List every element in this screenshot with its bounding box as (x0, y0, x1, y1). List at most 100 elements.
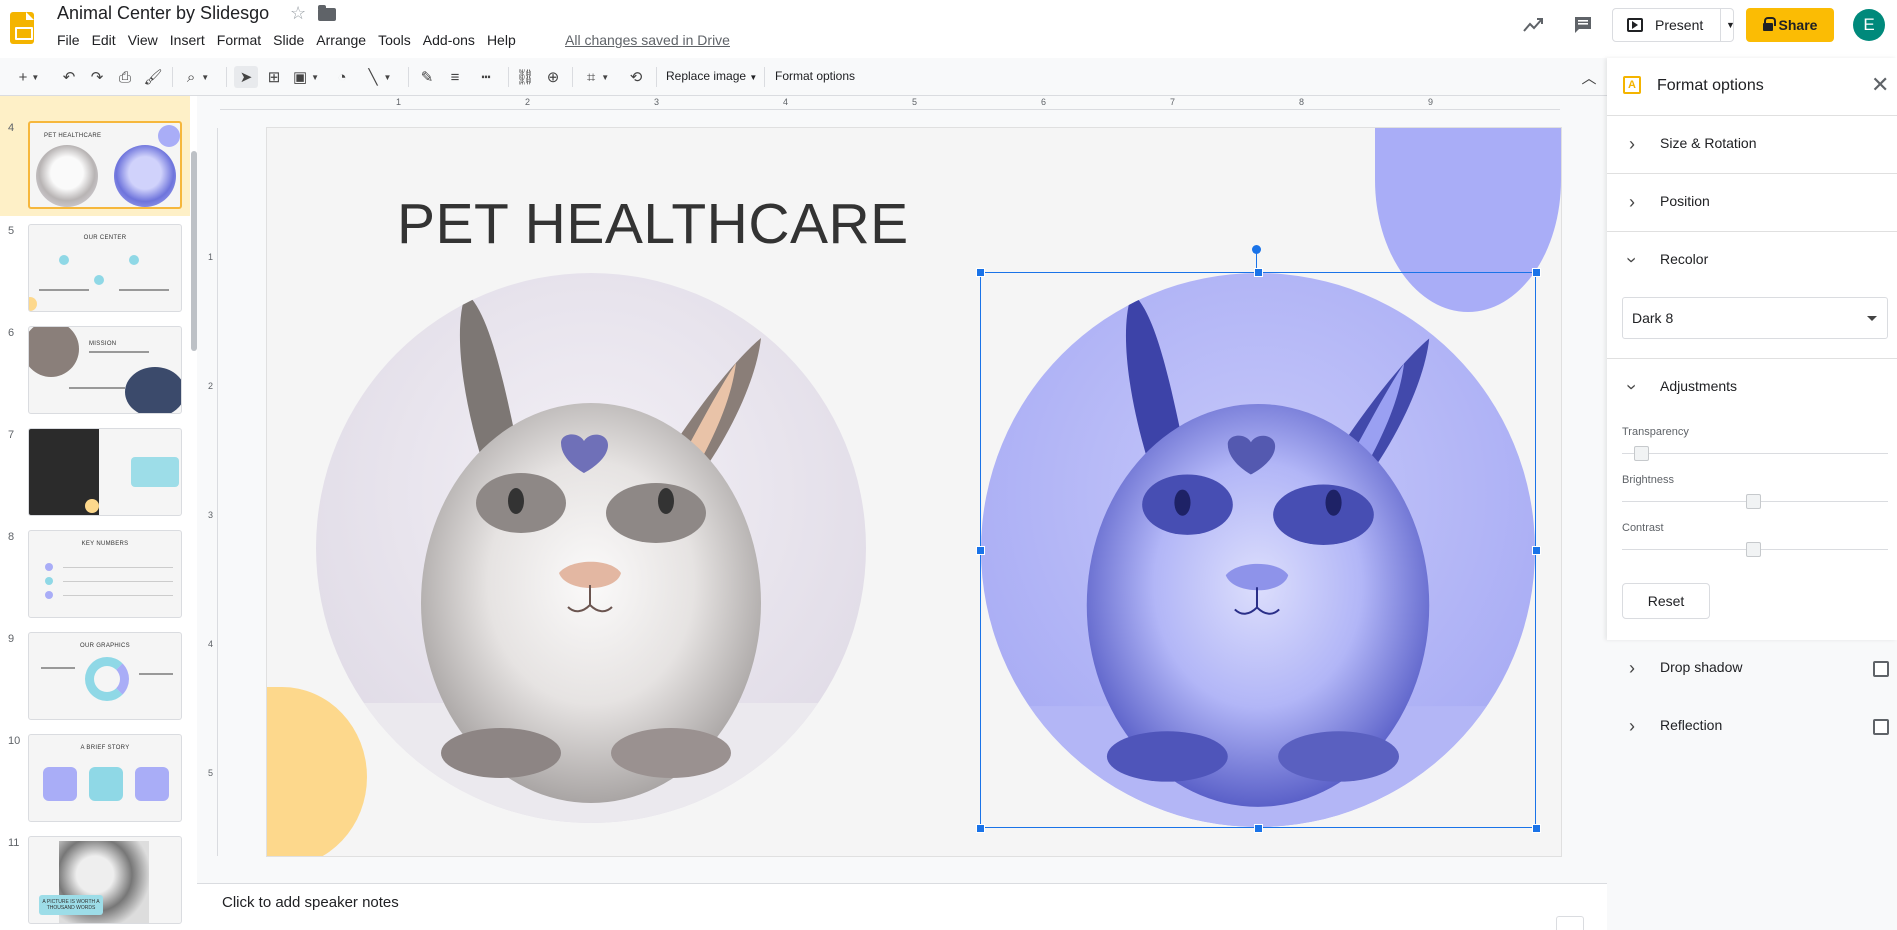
text-box-icon[interactable]: ⊞ (262, 66, 286, 88)
menu-help[interactable]: Help (487, 32, 522, 48)
account-avatar[interactable]: E (1853, 9, 1885, 41)
paint-format-icon[interactable]: 🖌 (142, 66, 164, 88)
border-color-icon[interactable]: ✎ (416, 66, 438, 88)
resize-handle-w[interactable] (976, 546, 985, 555)
comment-icon[interactable] (1572, 14, 1594, 36)
reset-image-icon[interactable]: ⟲ (624, 66, 648, 88)
menu-file[interactable]: File (57, 32, 86, 48)
replace-image-button[interactable]: Replace image ▼ (666, 69, 757, 83)
resize-handle-ne[interactable] (1532, 268, 1541, 277)
adjustments-section[interactable]: › Adjustments (1607, 358, 1897, 416)
position-section[interactable]: › Position (1607, 174, 1897, 232)
border-weight-icon[interactable]: ≡ (444, 66, 466, 88)
transparency-slider[interactable] (1622, 446, 1888, 461)
line-icon[interactable]: ╲ ▼ (362, 66, 398, 88)
new-slide-button[interactable]: + ▼ (12, 66, 46, 88)
ruler-mark: 3 (208, 510, 214, 520)
menu-slide[interactable]: Slide (273, 32, 310, 48)
slide-number: 7 (8, 429, 15, 441)
select-cursor-icon[interactable]: ➤ (234, 66, 258, 88)
present-button[interactable]: Present (1612, 8, 1734, 42)
slide-thumbnail-9[interactable]: OUR GRAPHICS (28, 632, 182, 720)
thumb-title: KEY NUMBERS (81, 541, 129, 547)
slide-thumbnail-7[interactable] (28, 428, 182, 516)
menu-view[interactable]: View (128, 32, 164, 48)
zoom-icon[interactable]: ⌕ ▼ (180, 66, 216, 88)
slide-thumbnail-11[interactable]: A PICTURE IS WORTH A THOUSAND WORDS (28, 836, 182, 924)
slide-thumbnail-4[interactable]: PET HEALTHCARE (28, 121, 182, 209)
toolbar: + ▼ ↶ ↷ ⎙ 🖌 ⌕ ▼ ➤ ⊞ ▣ ▼ ◔ ╲ ▼ ✎ ≡ ┅ ⛓ ⊕ ⌗ ▼ ⟲… (0, 58, 1607, 96)
link-icon[interactable]: ⛓ (514, 66, 536, 88)
ruler-mark: 3 (654, 97, 660, 107)
section-label: Drop shadow (1660, 659, 1743, 675)
present-options-dropdown[interactable]: ▼ (1720, 8, 1740, 42)
rotation-handle[interactable] (1252, 245, 1261, 254)
drop-shadow-section[interactable]: › Drop shadow (1607, 640, 1897, 698)
share-button[interactable]: Share (1746, 8, 1834, 42)
insert-image-icon[interactable]: ▣ ▼ (290, 66, 322, 88)
shape-icon[interactable]: ◔ (330, 66, 354, 88)
ruler-mark: 8 (1299, 97, 1305, 107)
recolor-dropdown[interactable]: Dark 8 (1622, 297, 1888, 339)
thumb-title: OUR CENTER (83, 235, 127, 241)
slide-thumbnail-5[interactable]: OUR CENTER (28, 224, 182, 312)
resize-handle-sw[interactable] (976, 824, 985, 833)
slider-thumb[interactable] (1746, 494, 1761, 509)
ruler-mark: 1 (208, 252, 214, 262)
drop-shadow-checkbox[interactable] (1873, 661, 1889, 677)
close-icon[interactable]: ✕ (1871, 72, 1889, 98)
reflection-section[interactable]: › Reflection (1607, 698, 1897, 756)
redo-icon[interactable]: ↷ (86, 66, 108, 88)
menu-bar: File Edit View Insert Format Slide Arran… (57, 32, 528, 48)
present-icon (1627, 18, 1643, 32)
resize-handle-s[interactable] (1254, 824, 1263, 833)
contrast-slider[interactable] (1622, 542, 1888, 557)
slide-number: 5 (8, 225, 15, 237)
folder-icon[interactable] (318, 5, 336, 21)
add-comment-icon[interactable]: ⊕ (542, 66, 564, 88)
menu-arrange[interactable]: Arrange (316, 32, 372, 48)
slide-thumbnail-6[interactable]: MISSION (28, 326, 182, 414)
star-icon[interactable]: ☆ (290, 3, 306, 24)
explore-button[interactable] (1556, 916, 1584, 930)
section-label: Reflection (1660, 717, 1723, 733)
brightness-slider[interactable] (1622, 494, 1888, 509)
reflection-checkbox[interactable] (1873, 719, 1889, 735)
menu-insert[interactable]: Insert (170, 32, 211, 48)
menu-edit[interactable]: Edit (92, 32, 122, 48)
slide-thumbnail-10[interactable]: A BRIEF STORY (28, 734, 182, 822)
decorative-yellow-shape[interactable] (267, 687, 367, 856)
menu-addons[interactable]: Add-ons (423, 32, 481, 48)
menu-format[interactable]: Format (217, 32, 267, 48)
save-status-link[interactable]: All changes saved in Drive (565, 32, 730, 48)
rabbit-photo-original[interactable] (316, 273, 866, 823)
size-rotation-section[interactable]: › Size & Rotation (1607, 116, 1897, 174)
resize-handle-nw[interactable] (976, 268, 985, 277)
slide-title[interactable]: PET HEALTHCARE (397, 191, 909, 257)
panel-header: A Format options ✕ (1607, 58, 1897, 116)
resize-handle-se[interactable] (1532, 824, 1541, 833)
speaker-notes[interactable]: Click to add speaker notes (197, 883, 1607, 930)
slider-thumb[interactable] (1634, 446, 1649, 461)
slide-thumbnail-8[interactable]: KEY NUMBERS (28, 530, 182, 618)
format-options-button[interactable]: Format options (775, 69, 855, 83)
recolor-section[interactable]: › Recolor (1607, 232, 1897, 290)
present-label: Present (1655, 17, 1704, 33)
speaker-notes-placeholder[interactable]: Click to add speaker notes (222, 894, 399, 911)
resize-handle-n[interactable] (1254, 268, 1263, 277)
reset-button[interactable]: Reset (1622, 583, 1710, 619)
collapse-toolbar-icon[interactable]: ︿ (1578, 66, 1600, 88)
resize-handle-e[interactable] (1532, 546, 1541, 555)
border-dash-icon[interactable]: ┅ (474, 66, 498, 88)
menu-tools[interactable]: Tools (378, 32, 417, 48)
crop-icon[interactable]: ⌗ ▼ (580, 66, 616, 88)
slides-logo-icon[interactable] (10, 12, 34, 44)
document-title[interactable]: Animal Center by Slidesgo (57, 3, 269, 24)
undo-icon[interactable]: ↶ (58, 66, 80, 88)
share-label: Share (1778, 17, 1818, 33)
print-icon[interactable]: ⎙ (114, 66, 136, 88)
slider-thumb[interactable] (1746, 542, 1761, 557)
ruler-mark: 1 (396, 97, 402, 107)
current-slide[interactable]: PET HEALTHCARE (267, 128, 1561, 856)
activity-dashboard-icon[interactable] (1522, 14, 1544, 36)
